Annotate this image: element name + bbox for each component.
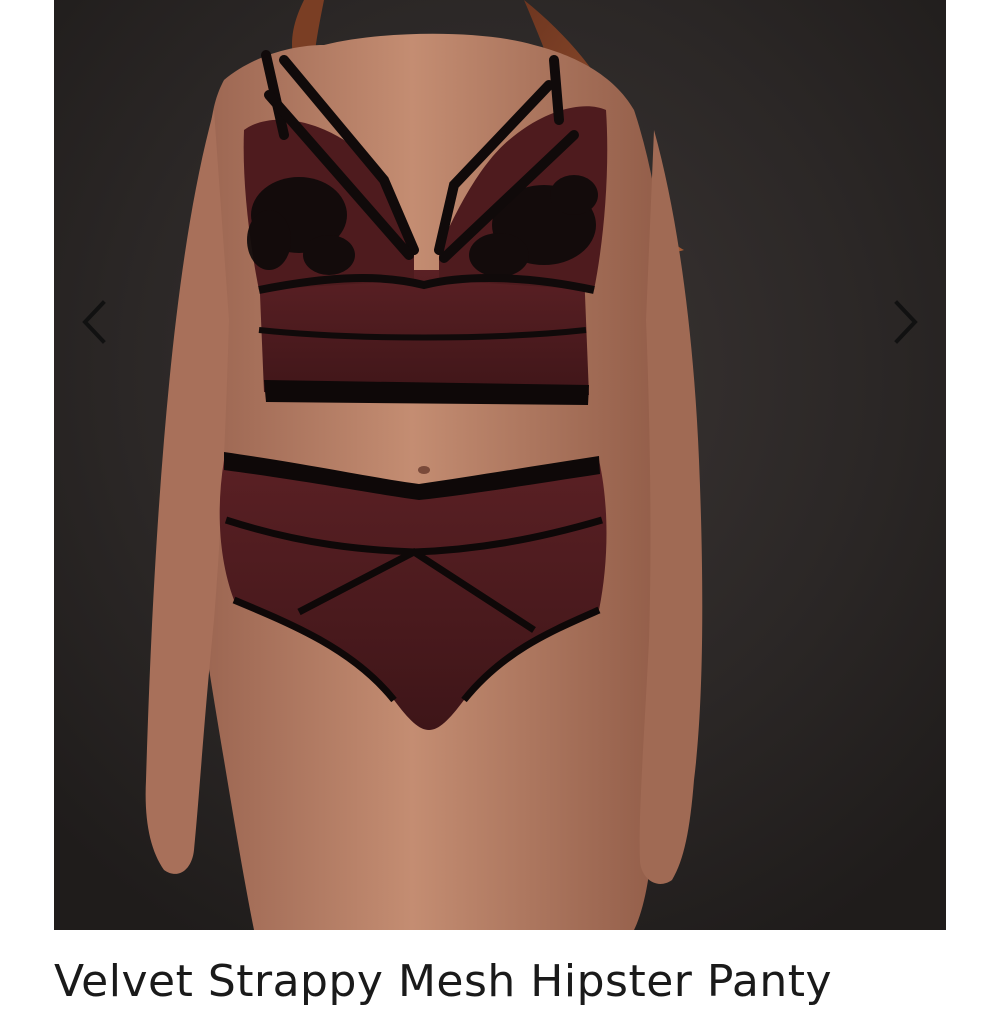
product-title: Velvet Strappy Mesh Hipster Panty [54,956,833,1007]
chevron-right-icon [894,300,918,344]
product-page: Velvet Strappy Mesh Hipster Panty [0,0,1000,1007]
product-photo [54,0,946,930]
next-image-button[interactable] [876,292,936,352]
chevron-left-icon [82,300,106,344]
previous-image-button[interactable] [64,292,124,352]
product-image-gallery[interactable] [54,0,946,930]
